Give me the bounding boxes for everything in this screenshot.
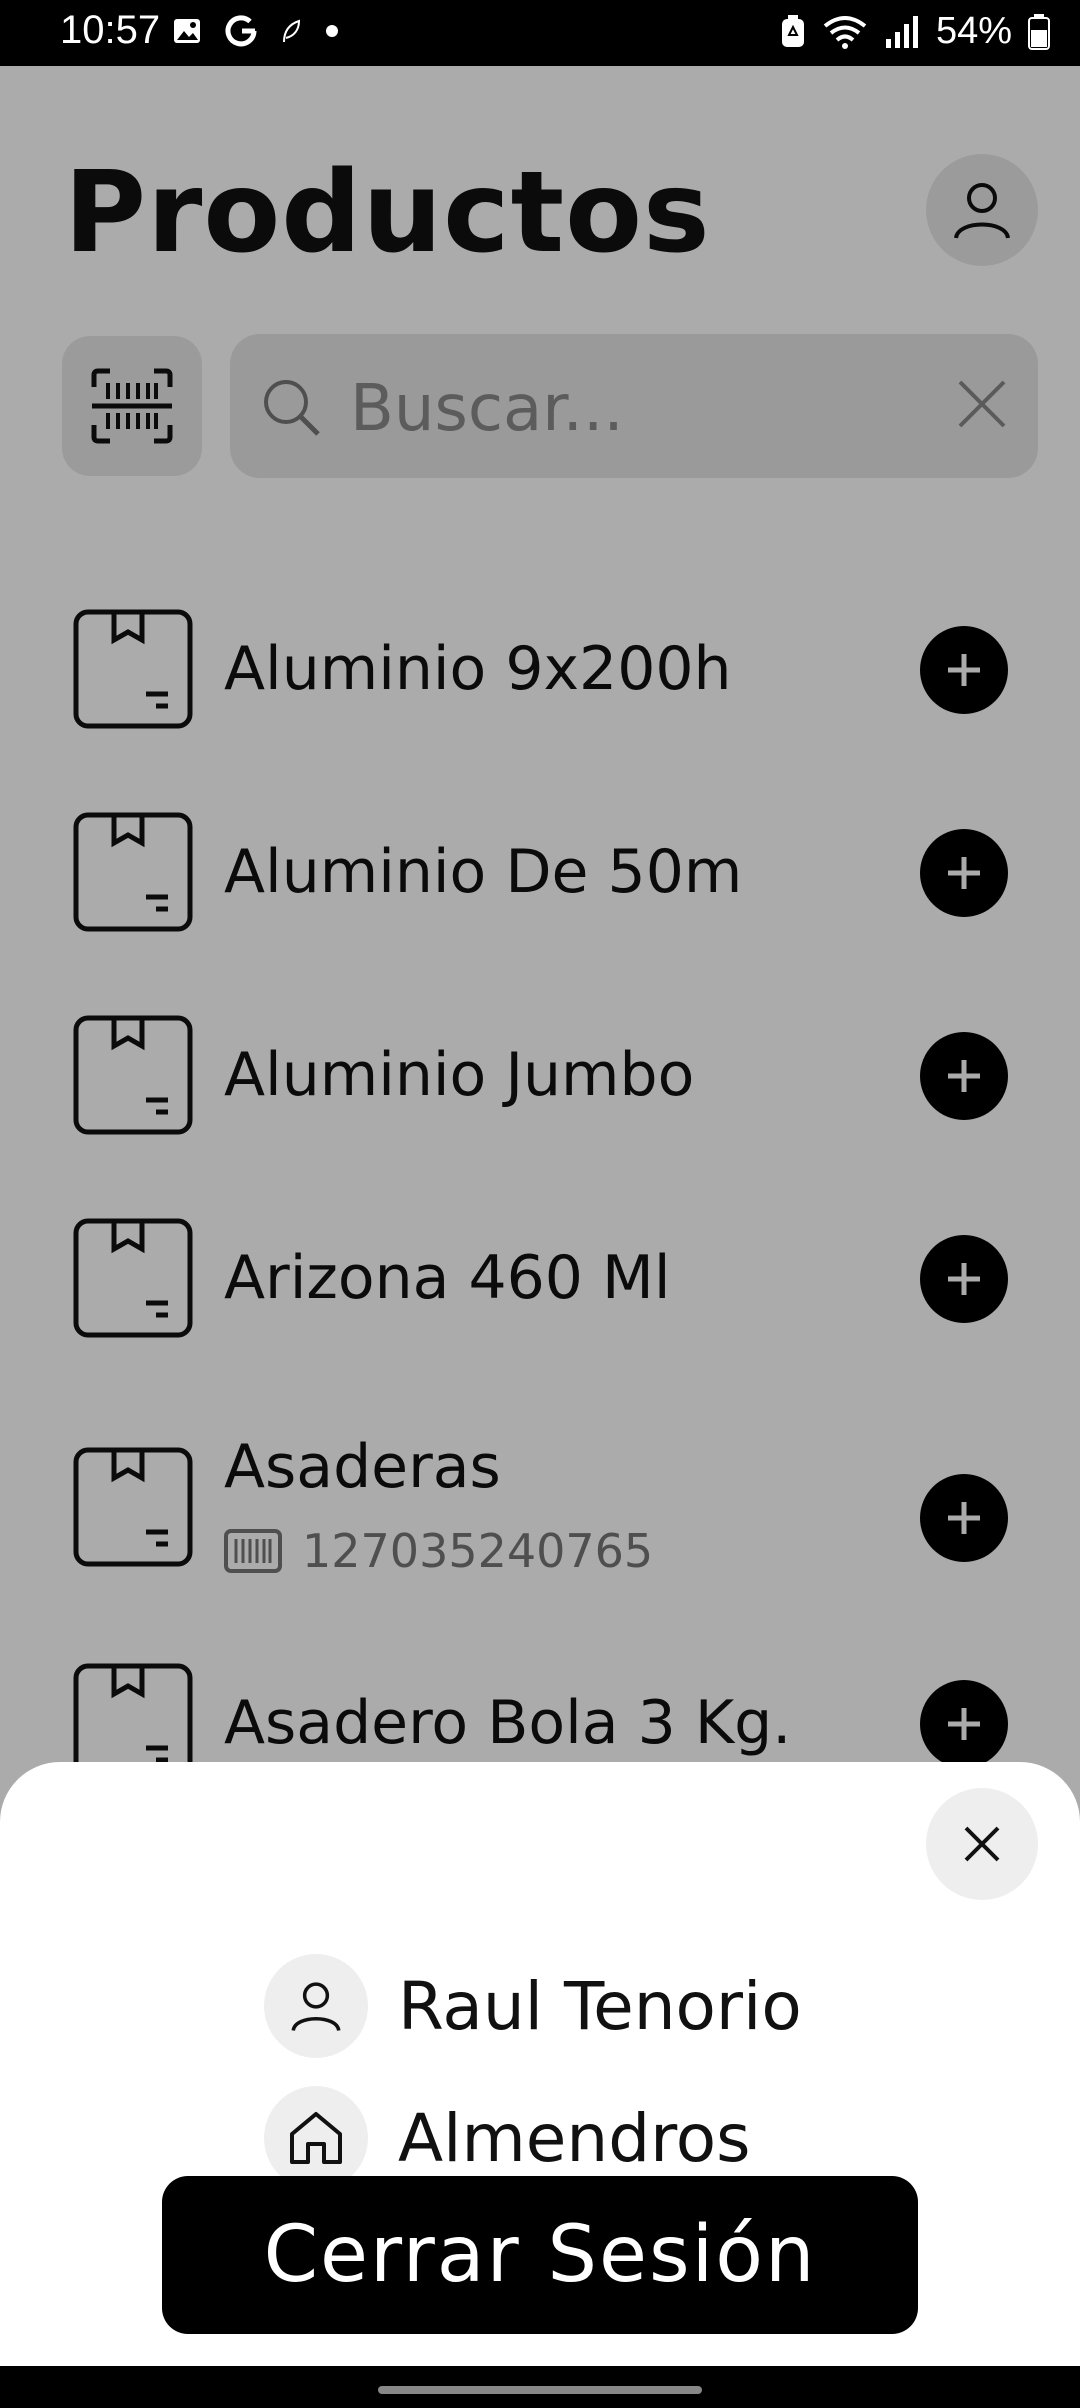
logout-button[interactable]: Cerrar Sesión: [162, 2176, 918, 2334]
dot-icon: [326, 25, 338, 37]
google-icon: [225, 15, 257, 47]
user-row: Raul Tenorio: [264, 1954, 802, 2058]
branch-badge: [264, 2086, 368, 2190]
branch-row: Almendros: [264, 2086, 751, 2190]
image-icon: [174, 19, 200, 43]
status-left-icons: [172, 14, 340, 48]
home-icon: [290, 2112, 342, 2164]
user-avatar: [264, 1954, 368, 2058]
navigation-bar: [0, 2366, 1080, 2408]
user-icon: [291, 1982, 341, 2032]
close-icon: [964, 1826, 1000, 1862]
wifi-icon: [823, 15, 867, 49]
leaf-icon: [283, 19, 301, 43]
battery-saver-icon: [781, 14, 804, 47]
status-right-icons: 54%: [780, 10, 1050, 53]
user-name: Raul Tenorio: [398, 1967, 802, 2045]
gesture-handle[interactable]: [378, 2386, 702, 2394]
battery-icon: [1028, 13, 1050, 50]
branch-name: Almendros: [398, 2099, 751, 2177]
status-bar: 10:57 54%: [0, 0, 1080, 66]
signal-icon: [885, 15, 918, 48]
close-sheet-button[interactable]: [926, 1788, 1038, 1900]
products-screen: Productos Buscar... Aluminio 9x200h Alum…: [0, 66, 1080, 2366]
battery-percentage: 54%: [935, 10, 1012, 52]
status-time: 10:57: [60, 8, 161, 52]
session-bottom-sheet: Raul Tenorio Almendros Cerrar Sesión: [0, 1762, 1080, 2366]
